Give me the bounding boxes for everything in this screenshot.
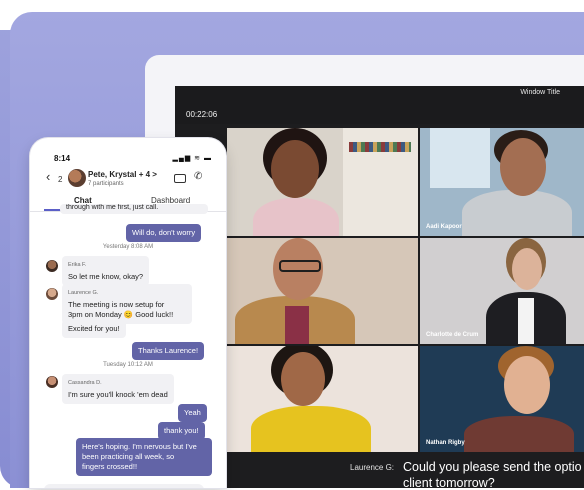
participant-5-face [281,352,325,406]
message-input[interactable] [44,484,204,488]
participant-4-face [512,248,542,290]
participant-3-glasses [279,260,321,272]
window-light [430,128,490,188]
meeting-topbar: Window Title 00:22:06 [175,86,584,124]
timestamp-1: Yesterday 8:08 AM [102,244,154,250]
video-tile-2[interactable]: Aadi Kapoor [420,128,584,236]
participant-name: Aadi Kapoor [426,224,462,230]
back-chevron-icon[interactable]: ‹ [46,169,50,184]
meeting-screen: Window Title 00:22:06 Aadi Kapoor Charlo… [175,86,584,490]
message-cassandra: Cassandra D. I'm sure you'll knock 'em d… [62,374,174,404]
avatar-cassandra [46,376,58,388]
participant-6-body [464,416,574,452]
message-laurence: Laurence G. The meeting is now setup for… [62,284,192,324]
message-cut: through with me first, just call. [60,204,208,214]
avatar-erika [46,260,58,272]
participant-6-face [504,356,550,414]
phone-call-icon[interactable]: ✆ [194,171,202,182]
video-call-icon[interactable] [174,174,186,183]
conversation-title[interactable]: Pete, Krystal + 4 > [88,170,157,179]
participant-name: Nathan Rigby [426,440,465,446]
meeting-timer: 00:22:06 [186,110,218,119]
caption-speaker: Laurence G: [350,463,395,472]
video-tile-3[interactable] [227,238,418,344]
participant-1-body [253,198,339,236]
participant-2-face [500,138,546,196]
video-tile-6[interactable]: Nathan Rigby [420,346,584,452]
phone-chat: 8:14 ▂▄▆ ≋ ▬ ‹ 2 Pete, Krystal + 4 > 7 p… [30,138,226,488]
live-caption: Laurence G: Could you please send the op… [175,452,584,490]
video-tile-4[interactable]: Charlotte de Crum [420,238,584,344]
participants-count: 7 participants [88,181,124,187]
caption-line-1: Could you please send the optio [403,460,582,474]
message-outgoing-3: Yeah [178,404,207,422]
participant-1-face [271,140,319,198]
window-title: Window Title [520,89,560,96]
participant-name: Charlotte de Crum [426,332,479,338]
status-time: 8:14 [54,154,71,163]
message-outgoing-5: Here's hoping. I'm nervous but I've been… [76,438,212,476]
message-erika: Erika F. So let me know, okay? [62,256,150,286]
status-icons: ▂▄▆ ≋ ▬ [172,155,212,162]
participant-3-shirt [285,306,309,344]
message-outgoing-1: Will do, don't worry [126,224,202,242]
timestamp-2: Tuesday 10:12 AM [103,362,153,368]
message-outgoing-2: Thanks Laurence! [132,342,205,360]
participant-4-shirt [518,298,534,344]
books [349,142,411,152]
video-tile-5[interactable] [227,346,418,452]
message-laurence-2: Excited for you! [62,320,126,338]
back-count: 2 [58,175,63,184]
participant-2-body [462,190,572,236]
group-avatar [68,169,86,187]
participant-5-body [251,406,371,452]
avatar-laurence [46,288,58,300]
video-tile-1[interactable] [227,128,418,236]
